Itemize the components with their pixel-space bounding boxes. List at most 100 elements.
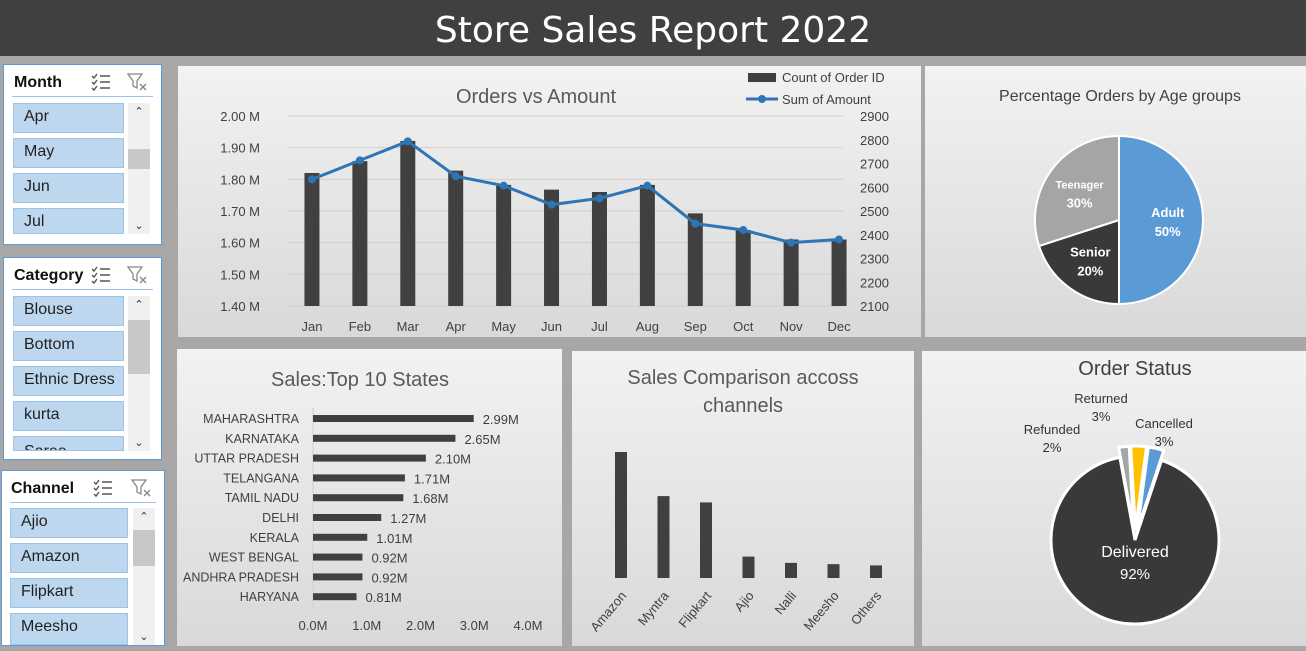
bar-count-orders-dec[interactable] xyxy=(831,239,847,307)
slicer-item-ethnic-dress[interactable]: Ethnic Dress xyxy=(13,366,124,396)
slicer-item-flipkart[interactable]: Flipkart xyxy=(10,578,128,608)
point-sum-amount-apr[interactable] xyxy=(451,172,460,181)
scroll-up-icon[interactable]: ⌃ xyxy=(128,105,150,118)
state-label: HARYANA xyxy=(240,590,300,604)
scroll-down-icon[interactable]: ⌄ xyxy=(128,436,150,449)
state-bar-andhra-pradesh[interactable] xyxy=(313,573,363,581)
channel-label-amazon: Amazon xyxy=(587,588,629,634)
state-value-label: 2.99M xyxy=(483,412,519,427)
state-bar-uttar-pradesh[interactable] xyxy=(313,454,426,462)
point-sum-amount-jul[interactable] xyxy=(595,194,604,203)
state-bar-tamil-nadu[interactable] xyxy=(313,494,404,502)
point-sum-amount-jan[interactable] xyxy=(307,175,316,184)
y-right-tick-label: 2400 xyxy=(860,228,889,243)
x-tick-label: Apr xyxy=(446,319,467,334)
bar-count-orders-may[interactable] xyxy=(496,184,512,306)
state-label: MAHARASHTRA xyxy=(203,412,300,426)
bar-count-orders-apr[interactable] xyxy=(448,170,464,306)
pie-label-cancelled: Cancelled xyxy=(1135,416,1193,431)
state-value-label: 0.92M xyxy=(371,570,407,585)
scroll-up-icon[interactable]: ⌃ xyxy=(133,510,155,523)
y-left-tick-label: 1.40 M xyxy=(220,299,260,314)
month-slicer-title: Month xyxy=(14,74,62,91)
slicer-item-apr[interactable]: Apr xyxy=(13,103,124,133)
slicer-item-ajio[interactable]: Ajio xyxy=(10,508,128,538)
x-tick-label: Nov xyxy=(780,319,804,334)
bar-count-orders-nov[interactable] xyxy=(783,239,799,307)
slicer-item-meesho[interactable]: Meesho xyxy=(10,613,128,645)
scroll-up-icon[interactable]: ⌃ xyxy=(128,298,150,311)
state-bar-west-bengal[interactable] xyxy=(313,553,363,561)
state-bar-maharashtra[interactable] xyxy=(313,415,474,422)
state-bar-telangana[interactable] xyxy=(313,474,405,482)
slicer-item-may[interactable]: May xyxy=(13,138,124,168)
channel-bar-meesho[interactable] xyxy=(827,564,840,578)
scroll-down-icon[interactable]: ⌄ xyxy=(128,219,150,232)
channel-bar-amazon[interactable] xyxy=(615,452,627,578)
bar-count-orders-mar[interactable] xyxy=(400,140,416,306)
sum-amount-line xyxy=(311,139,840,245)
point-sum-amount-feb[interactable] xyxy=(355,156,364,165)
month-scrollbar[interactable]: ⌃ ⌄ xyxy=(128,103,150,234)
point-sum-amount-sep[interactable] xyxy=(691,219,700,228)
slicer-item-saree[interactable]: Saree xyxy=(13,436,124,451)
legend-bar-swatch xyxy=(748,73,776,82)
slicer-item-jul[interactable]: Jul xyxy=(13,208,124,234)
y-right-tick-label: 2600 xyxy=(860,180,889,195)
bar-count-orders-aug[interactable] xyxy=(639,184,655,306)
slicer-item-jun[interactable]: Jun xyxy=(13,173,124,203)
month-slicer[interactable]: Month Apr May Jun Jul ⌃ ⌄ xyxy=(3,64,162,245)
channel-label-meesho: Meesho xyxy=(801,588,842,633)
point-sum-amount-may[interactable] xyxy=(499,181,508,190)
multi-select-icon[interactable] xyxy=(90,72,112,92)
state-bar-karnataka[interactable] xyxy=(313,434,456,442)
slicer-item-kurta[interactable]: kurta xyxy=(13,401,124,431)
category-slicer[interactable]: Category Blouse Bottom Ethnic Dress kurt… xyxy=(3,257,162,460)
slicer-item-amazon[interactable]: Amazon xyxy=(10,543,128,573)
point-sum-amount-nov[interactable] xyxy=(787,238,796,247)
channel-slicer[interactable]: Channel Ajio Amazon Flipkart Meesho ⌃ ⌄ xyxy=(1,470,165,646)
point-sum-amount-dec[interactable] xyxy=(835,235,844,244)
chart-title-line-1: Sales Comparison accoss xyxy=(627,367,858,389)
channel-bar-myntra[interactable] xyxy=(657,496,670,578)
clear-filter-icon[interactable] xyxy=(130,478,152,498)
state-bar-haryana[interactable] xyxy=(313,593,357,601)
point-sum-amount-mar[interactable] xyxy=(403,137,412,146)
state-bar-kerala[interactable] xyxy=(313,533,368,541)
clear-filter-icon[interactable] xyxy=(126,265,148,285)
point-sum-amount-aug[interactable] xyxy=(643,181,652,190)
slicer-item-bottom[interactable]: Bottom xyxy=(13,331,124,361)
pie-slice-adult[interactable] xyxy=(1118,134,1204,306)
top-states-chart: Sales:Top 10 States MAHARASHTRA 2.99M KARN… xyxy=(177,349,562,646)
channel-bar-flipkart[interactable] xyxy=(700,502,712,578)
state-label: WEST BENGAL xyxy=(209,551,299,565)
channel-bar-nalli[interactable] xyxy=(785,562,797,578)
clear-filter-icon[interactable] xyxy=(126,72,148,92)
y-left-tick-label: 1.50 M xyxy=(220,267,260,282)
point-sum-amount-jun[interactable] xyxy=(547,200,556,209)
bar-count-orders-oct[interactable] xyxy=(735,230,751,306)
y-right-tick-label: 2300 xyxy=(860,252,889,267)
bar-count-orders-jan[interactable] xyxy=(304,173,320,306)
channel-scrollbar[interactable]: ⌃ ⌄ xyxy=(133,508,155,645)
bar-count-orders-jul[interactable] xyxy=(591,192,607,306)
chart-title: Orders vs Amount xyxy=(456,86,617,108)
bar-count-orders-feb[interactable] xyxy=(352,161,368,306)
channel-bar-others[interactable] xyxy=(870,565,882,578)
scroll-down-icon[interactable]: ⌄ xyxy=(133,630,155,643)
multi-select-icon[interactable] xyxy=(90,265,112,285)
state-bar-delhi[interactable] xyxy=(313,514,382,521)
channel-bar-ajio[interactable] xyxy=(742,556,755,578)
multi-select-icon[interactable] xyxy=(92,478,114,498)
slicer-item-blouse[interactable]: Blouse xyxy=(13,296,124,326)
category-scrollbar[interactable]: ⌃ ⌄ xyxy=(128,296,150,451)
channel-slicer-title: Channel xyxy=(11,480,75,497)
x-tick-label: Aug xyxy=(636,319,659,334)
state-value-label: 1.01M xyxy=(376,531,412,546)
report-title: Store Sales Report 2022 xyxy=(0,0,1306,56)
x-tick-label: May xyxy=(491,319,516,334)
state-label: KERALA xyxy=(250,531,300,545)
point-sum-amount-oct[interactable] xyxy=(739,226,748,234)
chart-title: Percentage Orders by Age groups xyxy=(999,88,1241,105)
pie-label-returned: Returned xyxy=(1074,391,1127,406)
